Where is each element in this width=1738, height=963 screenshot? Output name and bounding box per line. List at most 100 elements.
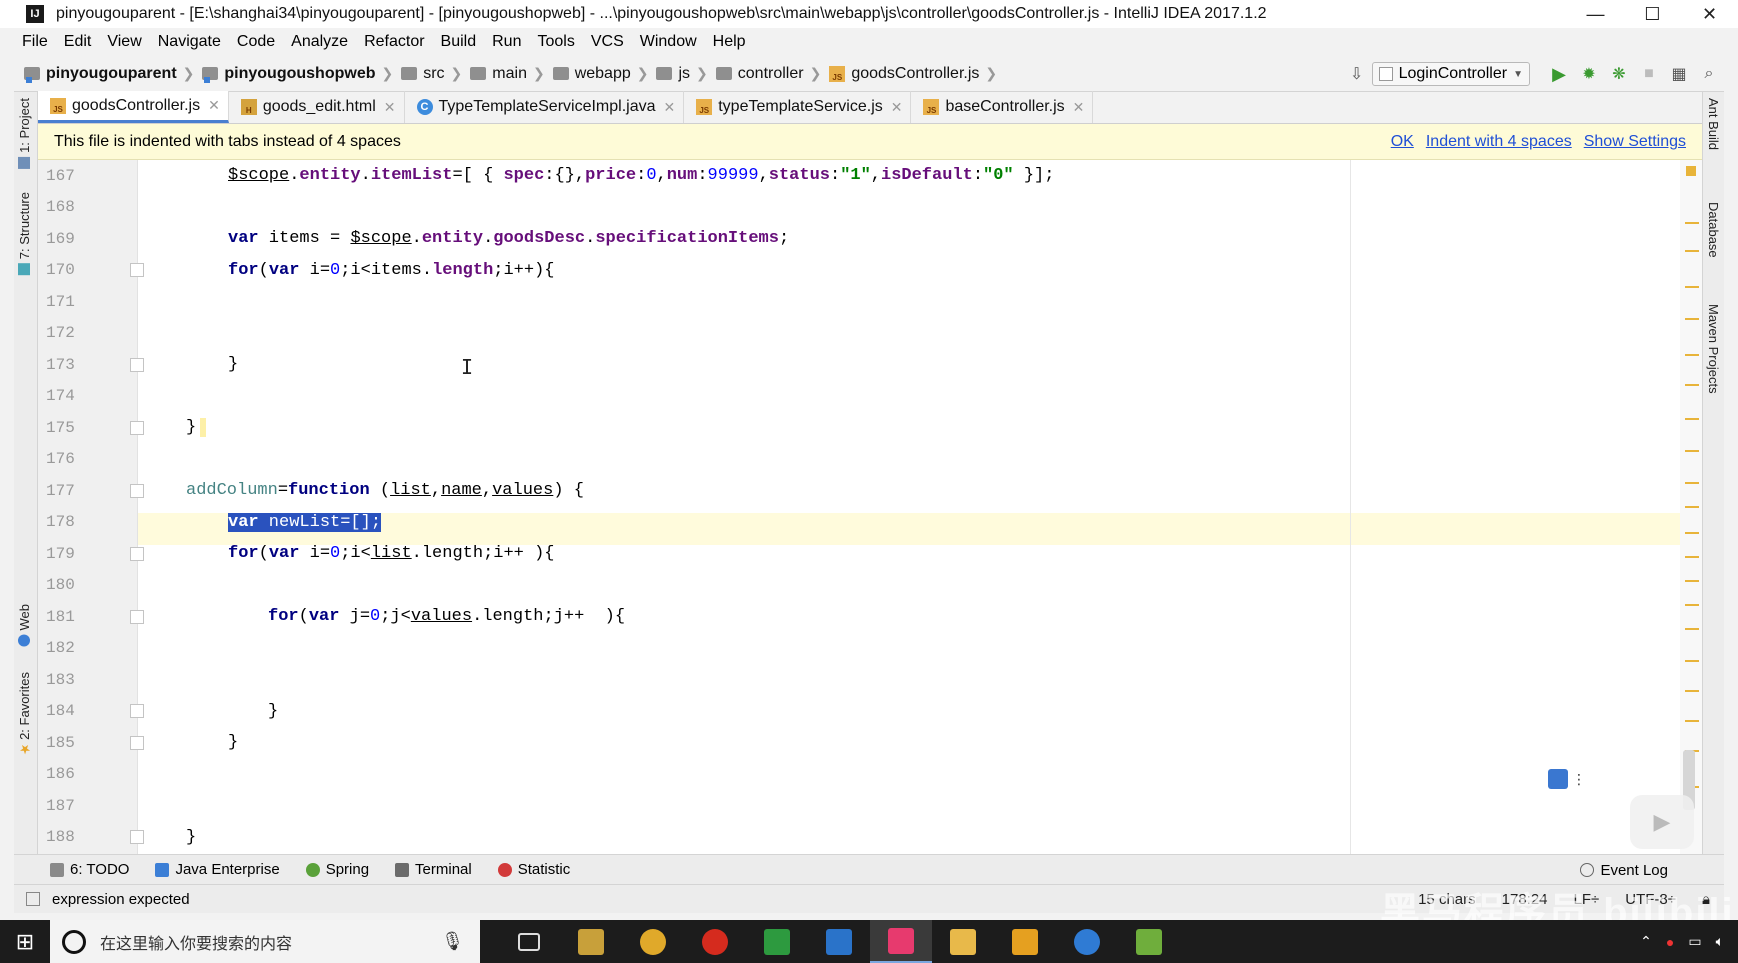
fold-marker-icon[interactable]	[130, 546, 144, 561]
stripe-mark[interactable]	[1685, 660, 1699, 662]
stripe-mark[interactable]	[1685, 580, 1699, 582]
taskbar-app-active[interactable]	[870, 920, 932, 963]
tool-tab-maven-projects[interactable]: Maven Projects	[1706, 304, 1721, 394]
chevron-up-icon[interactable]: ⌃	[1640, 933, 1652, 950]
fold-marker-icon[interactable]	[130, 830, 144, 845]
close-icon[interactable]: ✕	[384, 99, 396, 116]
banner-indent-link[interactable]: Indent with 4 spaces	[1426, 133, 1572, 151]
menu-view[interactable]: View	[107, 33, 141, 51]
stripe-mark[interactable]	[1685, 604, 1699, 606]
minimize-button[interactable]: —	[1567, 0, 1624, 28]
taskbar-app[interactable]	[684, 920, 746, 963]
file-encoding[interactable]: UTF-8÷	[1625, 891, 1676, 908]
stripe-mark[interactable]	[1685, 450, 1699, 452]
caret-position[interactable]: 178:24	[1502, 891, 1548, 908]
tab-typetemplateservice-js[interactable]: JS typeTemplateService.js ✕	[684, 91, 912, 123]
menu-code[interactable]: Code	[237, 33, 275, 51]
tab-typetemplateserviceimpl-java[interactable]: C TypeTemplateServiceImpl.java ✕	[405, 91, 685, 123]
close-icon[interactable]: ✕	[891, 99, 903, 116]
tool-tab-database[interactable]: Database	[1706, 202, 1721, 258]
taskbar-app[interactable]	[994, 920, 1056, 963]
stripe-mark[interactable]	[1685, 690, 1699, 692]
tool-window-todo[interactable]: 6: TODO	[50, 861, 129, 878]
tool-tab-favorites[interactable]: ★ 2: Favorites	[17, 672, 33, 756]
stripe-mark[interactable]	[1685, 286, 1699, 288]
taskbar-app[interactable]	[1056, 920, 1118, 963]
tool-windows-toggle-icon[interactable]	[26, 892, 40, 906]
taskbar-app[interactable]	[746, 920, 808, 963]
fold-marker-icon[interactable]	[130, 263, 144, 278]
stripe-mark[interactable]	[1685, 556, 1699, 558]
play-icon[interactable]: ▶	[1630, 795, 1694, 849]
stripe-mark[interactable]	[1685, 532, 1699, 534]
tab-goodscontroller-js[interactable]: JS goodsController.js ✕	[38, 91, 229, 123]
menu-edit[interactable]: Edit	[64, 33, 92, 51]
stripe-mark[interactable]	[1685, 318, 1699, 320]
menu-run[interactable]: Run	[492, 33, 521, 51]
breadcrumb-item[interactable]: webapp ❯	[552, 65, 657, 83]
stripe-mark[interactable]	[1685, 506, 1699, 508]
fold-marker-icon[interactable]	[130, 735, 144, 750]
stripe-mark[interactable]	[1685, 250, 1699, 252]
taskbar-app[interactable]	[560, 920, 622, 963]
build-icon[interactable]: ⇩	[1342, 59, 1372, 89]
tool-tab-web[interactable]: Web	[17, 604, 32, 647]
taskbar-app[interactable]	[932, 920, 994, 963]
taskbar-app[interactable]	[808, 920, 870, 963]
tray-app-icon[interactable]: ●	[1666, 934, 1674, 950]
maximize-button[interactable]: ☐	[1624, 0, 1681, 28]
menu-refactor[interactable]: Refactor	[364, 33, 424, 51]
stop-icon[interactable]: ■	[1634, 59, 1664, 89]
banner-ok-link[interactable]: OK	[1391, 133, 1414, 151]
menu-window[interactable]: Window	[640, 33, 697, 51]
breadcrumb-item[interactable]: controller ❯	[715, 65, 830, 83]
run-icon[interactable]: ▶	[1544, 59, 1574, 89]
windows-start-icon[interactable]: ⊞	[0, 920, 50, 963]
stripe-mark[interactable]	[1685, 628, 1699, 630]
menu-vcs[interactable]: VCS	[591, 33, 624, 51]
fold-marker-icon[interactable]	[130, 609, 144, 624]
menu-navigate[interactable]: Navigate	[158, 33, 221, 51]
volume-icon[interactable]: 🔈︎	[1716, 933, 1724, 950]
debug-icon[interactable]: ✹	[1574, 59, 1604, 89]
tool-tab-project[interactable]: 1: Project	[17, 98, 32, 169]
tool-window-java-enterprise[interactable]: Java Enterprise	[155, 861, 280, 878]
stripe-mark[interactable]	[1685, 384, 1699, 386]
taskbar-search-box[interactable]: 在这里输入你要搜索的内容 🎙︎	[50, 920, 480, 963]
tool-tab-ant-build[interactable]: Ant Build	[1706, 98, 1721, 150]
menu-analyze[interactable]: Analyze	[291, 33, 348, 51]
breadcrumb-item[interactable]: js ❯	[656, 65, 715, 83]
fold-marker-icon[interactable]	[130, 357, 144, 372]
stripe-mark[interactable]	[1685, 418, 1699, 420]
stripe-mark[interactable]	[1685, 720, 1699, 722]
search-icon[interactable]: ⌕	[1694, 59, 1724, 89]
run-configuration-select[interactable]: LoginController ▼	[1371, 62, 1530, 86]
warning-indicator-icon[interactable]	[1686, 166, 1696, 176]
tab-basecontroller-js[interactable]: JS baseController.js ✕	[911, 91, 1094, 123]
menu-tools[interactable]: Tools	[537, 33, 574, 51]
stripe-mark[interactable]	[1685, 222, 1699, 224]
line-separator[interactable]: LF÷	[1574, 891, 1600, 908]
fold-marker-icon[interactable]	[130, 420, 144, 435]
breadcrumb-item[interactable]: src ❯	[401, 65, 470, 83]
stripe-mark[interactable]	[1685, 354, 1699, 356]
lock-icon[interactable]: 🔒︎	[1702, 891, 1710, 908]
close-icon[interactable]: ✕	[664, 99, 676, 116]
tool-window-spring[interactable]: Spring	[305, 861, 369, 878]
network-icon[interactable]: ▭	[1688, 933, 1701, 950]
breadcrumb-item[interactable]: pinyougouparent ❯	[24, 65, 202, 83]
close-icon[interactable]: ✕	[208, 97, 220, 114]
selected-code[interactable]: var newList=[];	[228, 512, 382, 532]
coverage-icon[interactable]: ❋	[1604, 59, 1634, 89]
menu-help[interactable]: Help	[713, 33, 746, 51]
menu-file[interactable]: File	[22, 33, 48, 51]
breadcrumb-item[interactable]: JS goodsController.js ❯	[829, 65, 1005, 83]
tool-window-terminal[interactable]: Terminal	[395, 861, 472, 878]
stripe-mark[interactable]	[1685, 482, 1699, 484]
project-structure-icon[interactable]: ▦	[1664, 59, 1694, 89]
taskbar-app[interactable]	[498, 920, 560, 963]
breadcrumb-item[interactable]: main ❯	[470, 65, 552, 83]
menu-build[interactable]: Build	[441, 33, 477, 51]
taskbar-app[interactable]	[1118, 920, 1180, 963]
microphone-icon[interactable]: 🎙︎	[441, 931, 464, 952]
